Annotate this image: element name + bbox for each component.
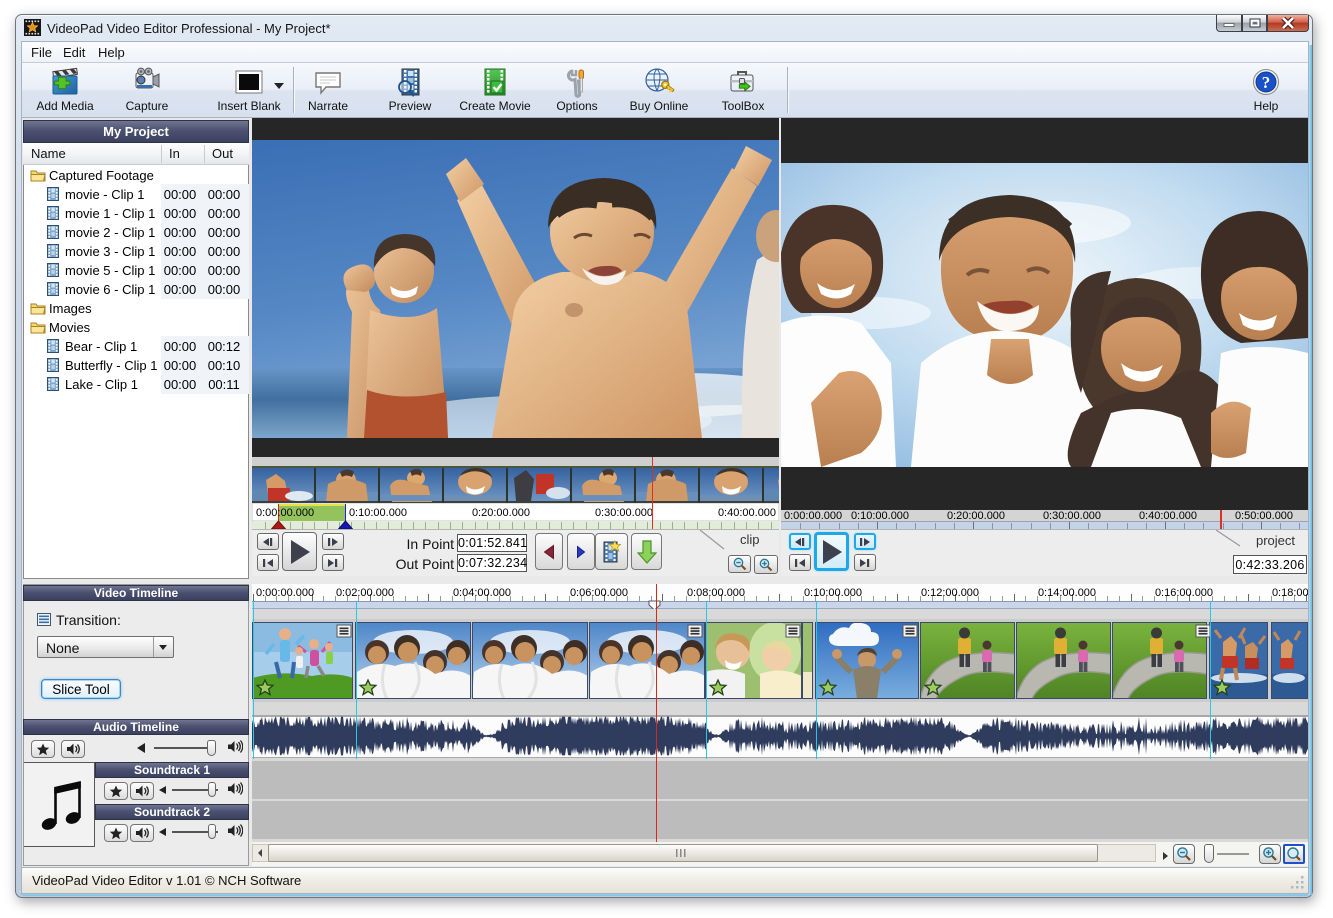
svg-text:0:00:00.000: 0:00:00.000 bbox=[256, 507, 314, 519]
svg-text:0:14:00.000: 0:14:00.000 bbox=[1038, 587, 1096, 599]
svg-text:0:10:00.000: 0:10:00.000 bbox=[349, 507, 407, 519]
svg-text:0:50:00.000: 0:50:00.000 bbox=[1235, 510, 1293, 522]
svg-text:0:06:00.000: 0:06:00.000 bbox=[570, 587, 628, 599]
svg-text:0:04:00.000: 0:04:00.000 bbox=[453, 587, 511, 599]
svg-text:0:10:00.000: 0:10:00.000 bbox=[804, 587, 862, 599]
svg-text:project: project bbox=[1256, 533, 1295, 548]
svg-text:0:12:00.000: 0:12:00.000 bbox=[921, 587, 979, 599]
svg-text:0:08:00.000: 0:08:00.000 bbox=[687, 587, 745, 599]
svg-text:clip: clip bbox=[740, 532, 760, 547]
svg-text:0:18:00.000: 0:18:00.000 bbox=[1272, 587, 1308, 599]
svg-text:0:40:00.000: 0:40:00.000 bbox=[1139, 510, 1197, 522]
svg-text:0:02:00.000: 0:02:00.000 bbox=[336, 587, 394, 599]
svg-text:0:00:00.000: 0:00:00.000 bbox=[256, 587, 314, 599]
svg-text:0:30:00.000: 0:30:00.000 bbox=[595, 507, 653, 519]
svg-text:0:10:00.000: 0:10:00.000 bbox=[851, 510, 909, 522]
svg-text:0:16:00.000: 0:16:00.000 bbox=[1155, 587, 1213, 599]
svg-text:0:40:00.000: 0:40:00.000 bbox=[718, 507, 776, 519]
svg-text:0:20:00.000: 0:20:00.000 bbox=[472, 507, 530, 519]
svg-text:0:20:00.000: 0:20:00.000 bbox=[947, 510, 1005, 522]
svg-text:0:00:00.000: 0:00:00.000 bbox=[784, 510, 842, 522]
svg-text:0:30:00.000: 0:30:00.000 bbox=[1043, 510, 1101, 522]
